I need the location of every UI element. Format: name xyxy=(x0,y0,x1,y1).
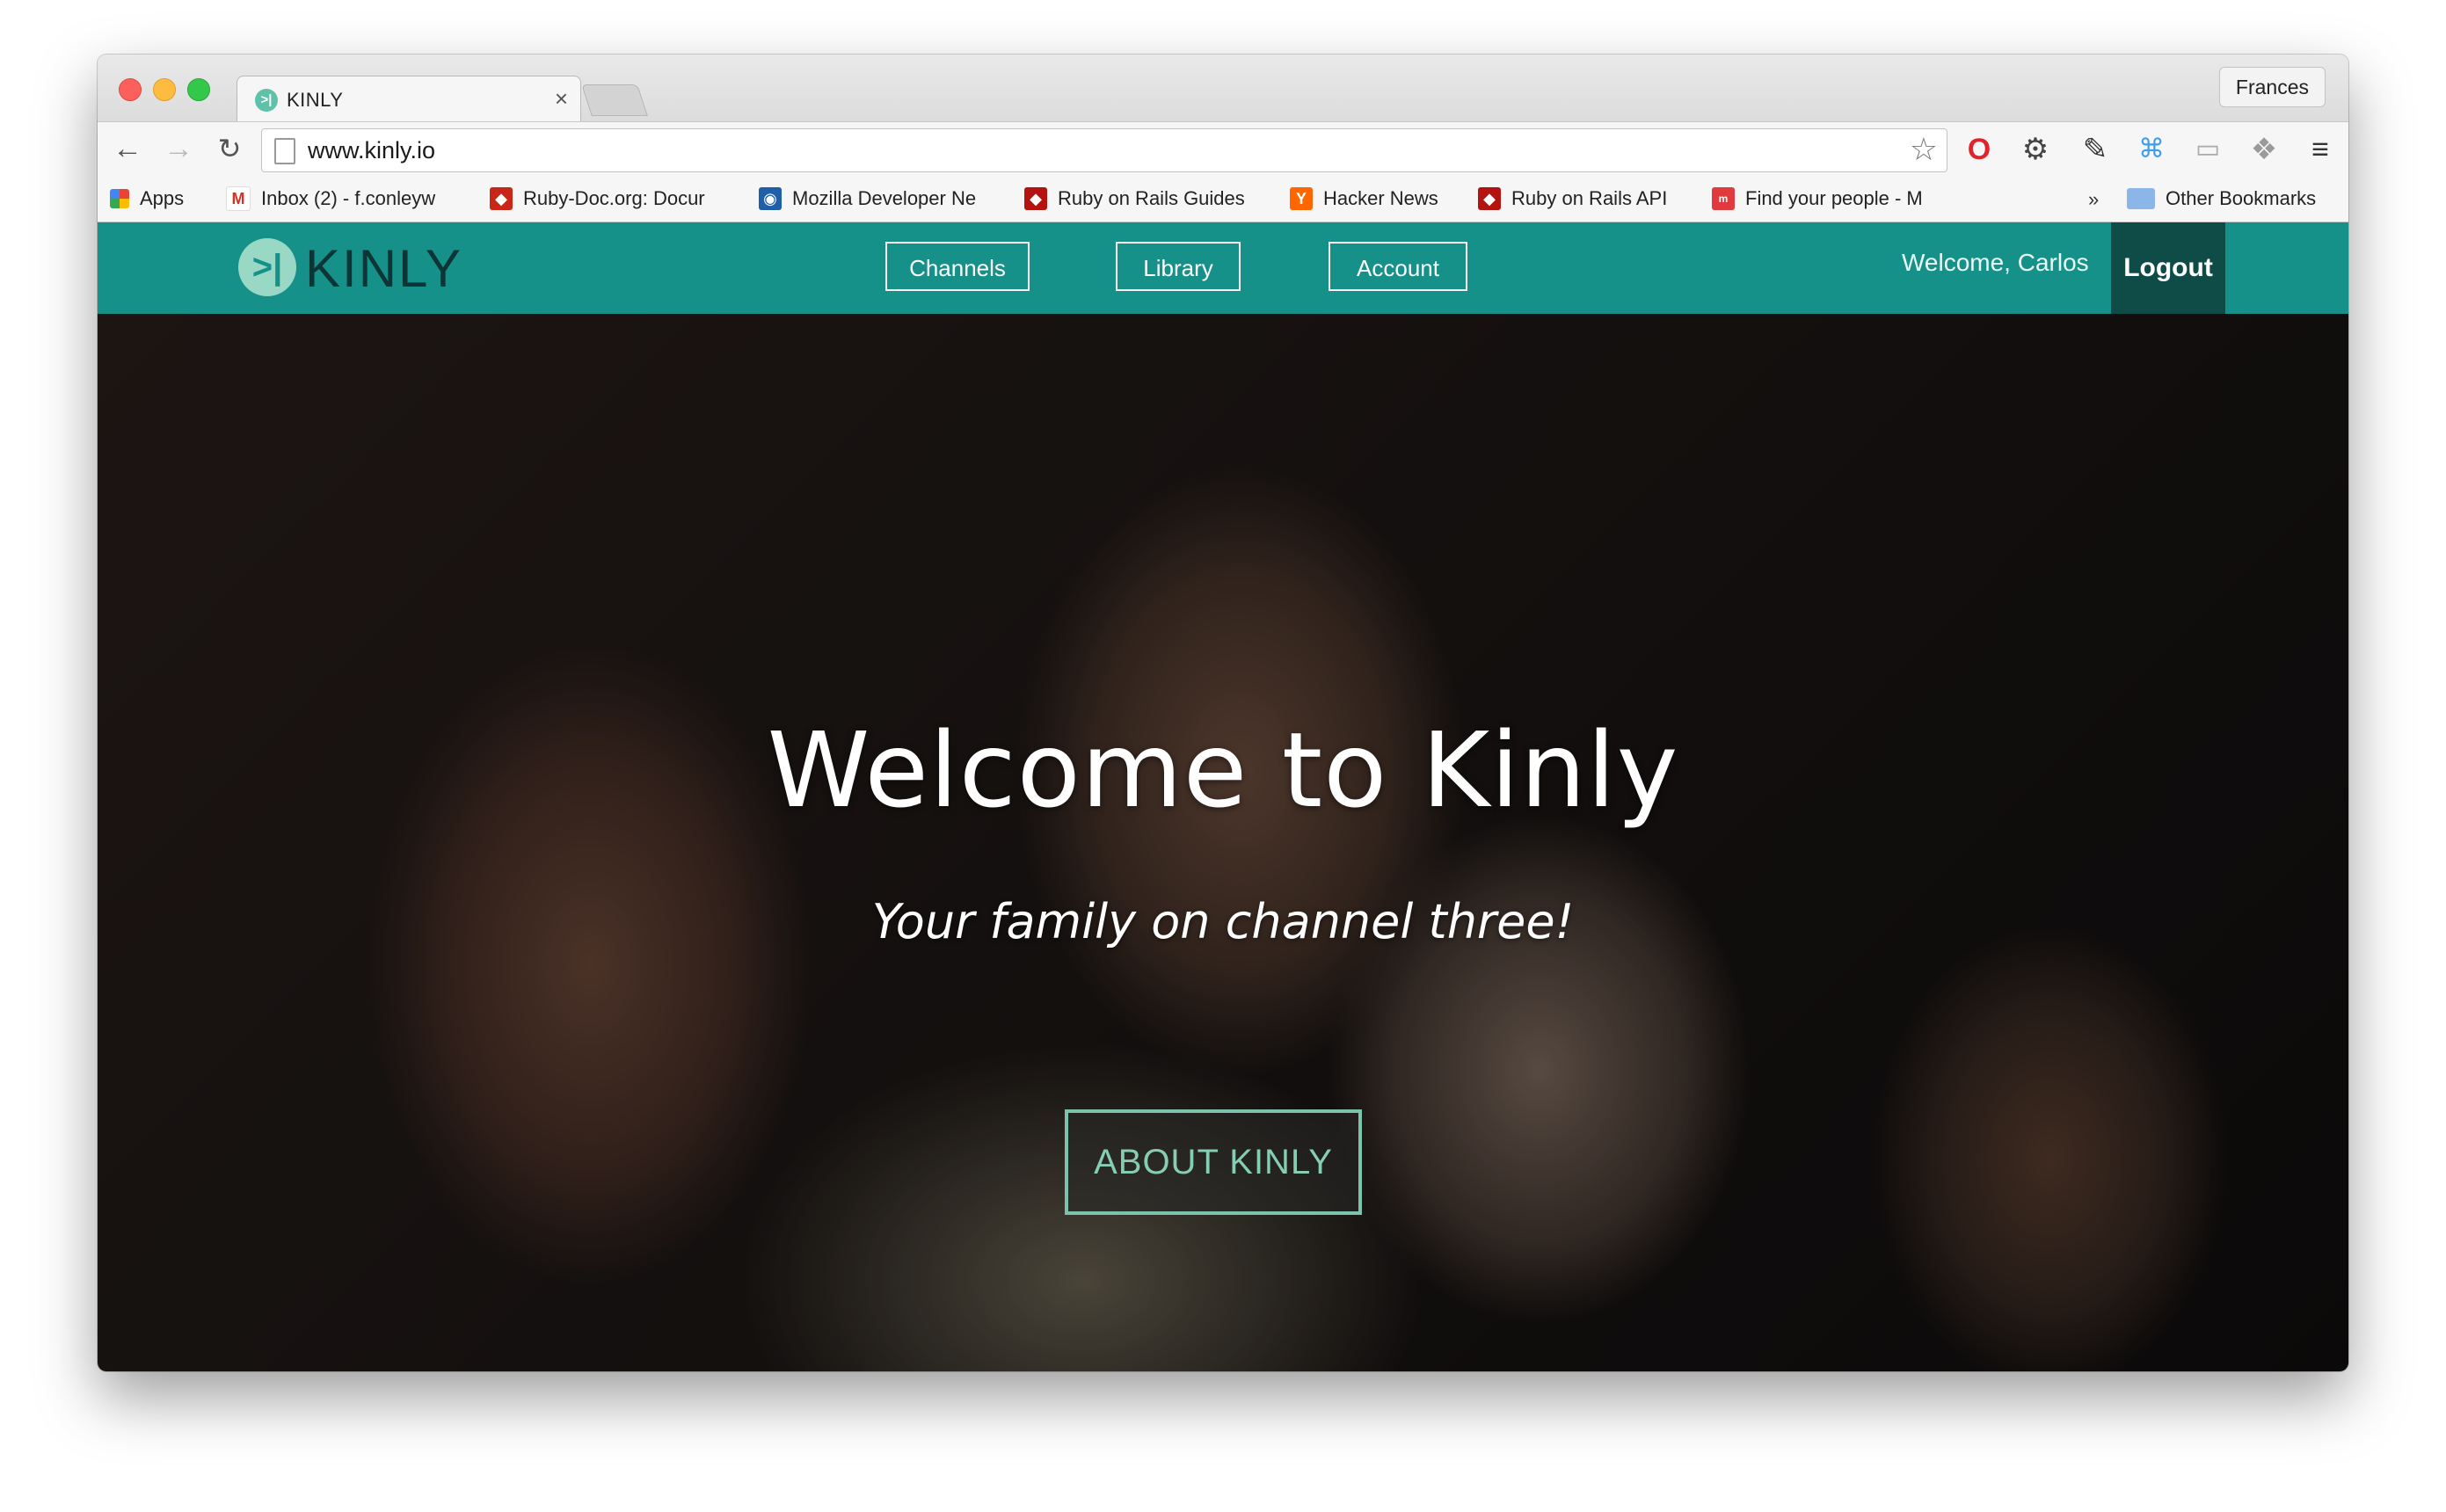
other-bookmarks-label: Other Bookmarks xyxy=(2166,187,2317,209)
nav-library-button[interactable]: Library xyxy=(1116,242,1241,291)
page-viewport: >| KINLY Channels Library Account Welcom… xyxy=(98,222,2348,1371)
hero-title: Welcome to Kinly xyxy=(767,709,1679,831)
hn-icon: Y xyxy=(1290,187,1313,210)
ruby-icon: ◆ xyxy=(490,187,513,210)
window-minimize-button[interactable] xyxy=(153,78,176,101)
page-icon xyxy=(274,138,295,164)
back-arrow-icon[interactable]: ← xyxy=(110,131,145,166)
bookmark-label: Hacker News xyxy=(1323,187,1438,209)
tab-strip: >| KINLY × Frances xyxy=(98,55,2348,124)
bookmark-star-icon[interactable]: ☆ xyxy=(1910,131,1938,168)
menu-icon[interactable]: ≡ xyxy=(2301,130,2340,169)
bookmark-mdn[interactable]: ◉ Mozilla Developer Ne xyxy=(759,185,998,213)
welcome-user-text: Welcome, Carlos xyxy=(1902,249,2089,276)
bookmark-inbox[interactable]: M Inbox (2) - f.conleyw xyxy=(226,185,458,213)
browser-window: >| KINLY × Frances ← → ↻ www.kinly.io ☆ … xyxy=(98,55,2348,1371)
eyedropper-extension-icon[interactable]: ✎ xyxy=(2076,130,2115,169)
bookmark-rails-api[interactable]: ◆ Ruby on Rails API xyxy=(1478,185,1698,213)
opera-extension-icon[interactable]: O xyxy=(1960,130,1998,169)
url-text[interactable]: www.kinly.io xyxy=(308,137,435,164)
gmail-icon: M xyxy=(226,186,251,211)
bookmark-label: Inbox (2) - f.conleyw xyxy=(261,187,436,209)
tab-title: KINLY xyxy=(287,89,344,111)
hero-section: Welcome to Kinly Your family on channel … xyxy=(98,314,2348,1371)
other-bookmarks[interactable]: Other Bookmarks xyxy=(2127,185,2338,213)
reload-icon[interactable]: ↻ xyxy=(212,131,247,166)
bookmark-hacker-news[interactable]: Y Hacker News xyxy=(1290,185,1466,213)
apps-grid-icon xyxy=(110,189,129,208)
mdn-icon: ◉ xyxy=(759,187,782,210)
profile-button[interactable]: Frances xyxy=(2218,67,2326,107)
kinly-favicon-icon: >| xyxy=(255,89,278,112)
nav-account-button[interactable]: Account xyxy=(1329,242,1467,291)
bookmark-meetup[interactable]: m Find your people - M xyxy=(1712,185,1953,213)
command-extension-icon[interactable]: ⌘ xyxy=(2132,130,2171,169)
new-tab-button[interactable] xyxy=(581,84,648,116)
bookmark-label: Apps xyxy=(140,187,185,209)
window-maximize-button[interactable] xyxy=(187,78,210,101)
bookmark-rails-guides[interactable]: ◆ Ruby on Rails Guides xyxy=(1024,185,1279,213)
bookmarks-bar: Apps M Inbox (2) - f.conleyw ◆ Ruby-Doc.… xyxy=(98,176,2348,222)
nav-channels-button[interactable]: Channels xyxy=(885,242,1030,291)
close-tab-icon[interactable]: × xyxy=(555,85,568,113)
bookmark-label: Find your people - M xyxy=(1745,187,1923,209)
bookmark-apps[interactable]: Apps xyxy=(110,185,215,213)
site-navbar: >| KINLY Channels Library Account Welcom… xyxy=(98,222,2348,314)
address-bar[interactable]: www.kinly.io ☆ xyxy=(261,128,1947,172)
about-kinly-button[interactable]: ABOUT KINLY xyxy=(1065,1109,1362,1215)
bookmark-label: Ruby on Rails API xyxy=(1511,187,1668,209)
hero-subtitle: Your family on channel three! xyxy=(871,894,1575,949)
bookmarks-overflow-icon[interactable]: » xyxy=(2088,188,2099,211)
rails-icon: ◆ xyxy=(1478,187,1501,210)
kinly-logo-icon[interactable]: >| xyxy=(238,238,296,296)
gear-icon[interactable]: ⚙ xyxy=(2016,130,2055,169)
logout-button[interactable]: Logout xyxy=(2111,222,2225,314)
dropbox-extension-icon[interactable]: ❖ xyxy=(2245,130,2283,169)
window-close-button[interactable] xyxy=(119,78,142,101)
site-logo-text[interactable]: KINLY xyxy=(305,238,462,299)
bookmark-label: Mozilla Developer Ne xyxy=(792,187,977,209)
meetup-icon: m xyxy=(1712,187,1735,210)
card-extension-icon[interactable]: ▭ xyxy=(2188,130,2227,169)
bookmark-label: Ruby-Doc.org: Docur xyxy=(523,187,705,209)
folder-icon xyxy=(2127,188,2155,209)
bookmark-label: Ruby on Rails Guides xyxy=(1058,187,1245,209)
rails-icon: ◆ xyxy=(1024,187,1047,210)
browser-toolbar: ← → ↻ www.kinly.io ☆ O ⚙ ✎ ⌘ ▭ ❖ ≡ xyxy=(98,121,2348,177)
browser-tab-active[interactable]: >| KINLY × xyxy=(237,76,581,124)
forward-arrow-icon[interactable]: → xyxy=(161,131,196,166)
bookmark-ruby-doc[interactable]: ◆ Ruby-Doc.org: Docur xyxy=(490,185,727,213)
